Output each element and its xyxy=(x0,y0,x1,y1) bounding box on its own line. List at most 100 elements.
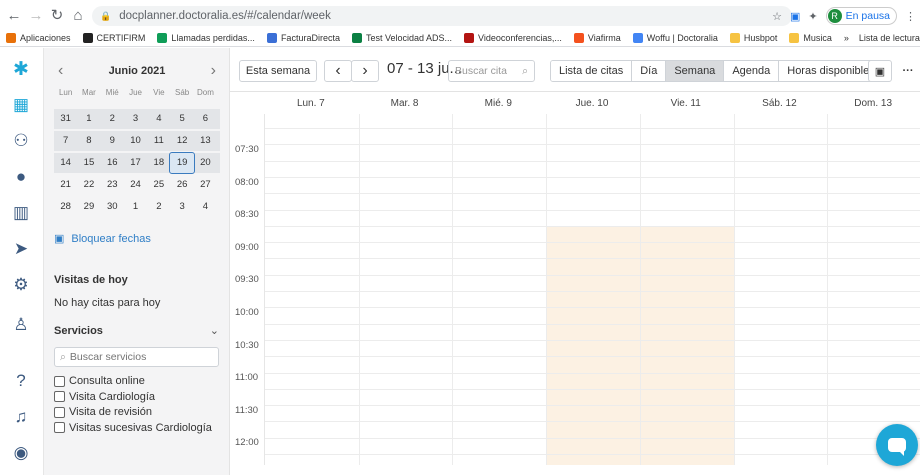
reload-icon[interactable]: ↻ xyxy=(47,5,67,25)
mini-calendar-day[interactable]: 2 xyxy=(101,109,124,129)
mini-calendar-day[interactable]: 3 xyxy=(170,197,193,217)
star-icon[interactable]: ☆ xyxy=(772,10,782,23)
mini-calendar-day[interactable]: 4 xyxy=(147,109,170,129)
mini-calendar-day[interactable]: 19 xyxy=(169,152,195,174)
mini-calendar-day[interactable]: 21 xyxy=(54,175,77,195)
mini-calendar-day[interactable]: 24 xyxy=(124,175,147,195)
next-month-chevron-icon[interactable]: › xyxy=(211,62,216,80)
prev-week-button[interactable]: ‹ xyxy=(324,60,352,82)
mini-calendar-day[interactable]: 6 xyxy=(194,109,217,129)
view-tab[interactable]: Agenda xyxy=(724,61,780,81)
mini-calendar-day[interactable]: 27 xyxy=(194,175,217,195)
mini-calendar-day[interactable]: 13 xyxy=(194,131,217,151)
bell-icon[interactable]: ♫ xyxy=(10,406,32,428)
mini-calendar-day[interactable]: 25 xyxy=(147,175,170,195)
bookmark-item[interactable]: Viafirma xyxy=(573,33,621,43)
mini-calendar-day[interactable]: 30 xyxy=(101,197,124,217)
bookmark-item[interactable]: FacturaDirecta xyxy=(266,33,340,43)
bookmark-item[interactable]: Musica xyxy=(789,33,832,43)
bookmark-item[interactable]: Husbpot xyxy=(729,33,777,43)
mini-calendar-day[interactable]: 20 xyxy=(194,153,217,173)
more-options-button[interactable]: ··· xyxy=(897,60,919,82)
more-bookmarks-button[interactable]: » xyxy=(844,33,849,43)
profile-button[interactable]: R En pausa xyxy=(825,7,897,25)
calendar-grid[interactable] xyxy=(264,114,920,465)
checkbox[interactable] xyxy=(54,375,65,387)
mini-calendar-day[interactable]: 5 xyxy=(170,109,193,129)
checkbox[interactable] xyxy=(54,391,65,402)
user-profile-icon[interactable]: ♙ xyxy=(10,314,32,336)
chevron-down-icon[interactable]: ⌄ xyxy=(210,324,219,337)
mini-calendar-day[interactable]: 17 xyxy=(124,153,147,173)
services-search[interactable]: ⌕ xyxy=(54,347,219,367)
appointment-search[interactable]: Buscar cita ⌕ xyxy=(448,60,535,82)
bookmark-item[interactable]: CERTIFIRM xyxy=(82,33,145,43)
bookmark-item[interactable]: Test Velocidad ADS... xyxy=(351,33,452,43)
campaigns-icon[interactable]: ➤ xyxy=(10,238,32,260)
next-week-button[interactable]: › xyxy=(351,60,379,82)
mini-calendar-day[interactable]: 8 xyxy=(77,131,100,151)
mini-calendar-day[interactable]: 1 xyxy=(77,109,100,129)
prev-month-chevron-icon[interactable]: ‹ xyxy=(58,62,63,80)
home-icon[interactable]: ⌂ xyxy=(68,5,88,25)
date-picker-button[interactable]: ▣ xyxy=(868,60,892,82)
mini-calendar-day[interactable]: 26 xyxy=(170,175,193,195)
messages-icon[interactable]: ● xyxy=(10,166,32,188)
block-dates-link[interactable]: ▣ Bloquear fechas xyxy=(54,232,151,246)
mini-calendar-day[interactable]: 4 xyxy=(194,197,217,217)
patients-icon[interactable]: ⚇ xyxy=(10,130,32,152)
checkbox[interactable] xyxy=(54,406,65,418)
view-tab[interactable]: Lista de citas xyxy=(551,61,633,81)
mini-calendar-day[interactable]: 14 xyxy=(54,153,77,173)
mini-calendar-day[interactable]: 15 xyxy=(77,153,100,173)
view-tab[interactable]: Día xyxy=(632,61,667,81)
calendar-icon[interactable]: ▦ xyxy=(10,94,32,116)
address-bar[interactable]: 🔒 docplanner.doctoralia.es/#/calendar/we… xyxy=(92,6,792,26)
this-week-button[interactable]: Esta semana xyxy=(239,60,317,82)
services-search-input[interactable] xyxy=(69,351,210,363)
bookmark-item[interactable]: Llamadas perdidas... xyxy=(157,33,255,43)
bookmark-item[interactable]: Aplicaciones xyxy=(6,33,71,43)
mini-calendar-week[interactable]: 31 1 2 3 4 5 6 xyxy=(54,109,220,129)
bookmark-item[interactable]: Woffu | Doctoralia xyxy=(632,33,718,43)
stats-icon[interactable]: ▥ xyxy=(10,202,32,224)
mini-calendar-day[interactable]: 10 xyxy=(124,131,147,151)
puzzle-icon[interactable]: ✦ xyxy=(808,10,817,23)
mini-calendar-day[interactable]: 29 xyxy=(77,197,100,217)
mini-calendar-day[interactable]: 18 xyxy=(147,153,170,173)
doctoralia-logo-icon[interactable]: ✱ xyxy=(10,58,32,80)
service-checkbox-item[interactable]: Visitas sucesivas Cardiología xyxy=(54,422,212,434)
mini-calendar-day[interactable]: 9 xyxy=(101,131,124,151)
checkbox[interactable] xyxy=(54,422,65,433)
mini-calendar-day[interactable]: 28 xyxy=(54,197,77,217)
mini-calendar-week[interactable]: 21 22 23 24 25 26 27 xyxy=(54,175,220,195)
settings-icon[interactable]: ⚙ xyxy=(10,274,32,296)
mini-calendar-day[interactable]: 7 xyxy=(54,131,77,151)
reading-list-button[interactable]: Lista de lectura xyxy=(859,33,920,43)
back-arrow-icon[interactable]: ← xyxy=(4,5,24,25)
help-icon[interactable]: ? xyxy=(10,370,32,392)
chat-button[interactable] xyxy=(876,424,918,466)
mini-calendar-day[interactable]: 1 xyxy=(124,197,147,217)
extension-icon[interactable]: ▣ xyxy=(790,10,800,23)
view-tab[interactable]: Semana xyxy=(666,61,725,81)
service-checkbox-item[interactable]: Visita de revisión xyxy=(54,406,152,418)
service-checkbox-item[interactable]: Visita Cardiología xyxy=(54,391,155,403)
mini-calendar-week[interactable]: 7 8 9 10 11 12 13 xyxy=(54,131,220,151)
mini-calendar-week[interactable]: 14 15 16 17 18 19 20 xyxy=(54,152,220,174)
mini-calendar-day[interactable]: 11 xyxy=(147,131,170,151)
service-checkbox-item[interactable]: Consulta online xyxy=(54,375,145,387)
mini-calendar-day[interactable]: 3 xyxy=(124,109,147,129)
services-title[interactable]: Servicios xyxy=(54,325,103,337)
mini-calendar-day[interactable]: 2 xyxy=(147,197,170,217)
mini-calendar-week[interactable]: 28 29 30 1 2 3 4 xyxy=(54,197,220,217)
mini-calendar-day[interactable]: 16 xyxy=(101,153,124,173)
mini-calendar-day[interactable]: 22 xyxy=(77,175,100,195)
mini-calendar-day[interactable]: 31 xyxy=(54,109,77,129)
mini-calendar-day[interactable]: 12 xyxy=(170,131,193,151)
mini-calendar-day[interactable]: 23 xyxy=(101,175,124,195)
forward-arrow-icon[interactable]: → xyxy=(26,5,46,25)
bookmark-item[interactable]: Videoconferencias,... xyxy=(464,33,562,43)
account-icon[interactable]: ◉ xyxy=(10,442,32,464)
kebab-menu-icon[interactable]: ⋮ xyxy=(905,10,916,23)
